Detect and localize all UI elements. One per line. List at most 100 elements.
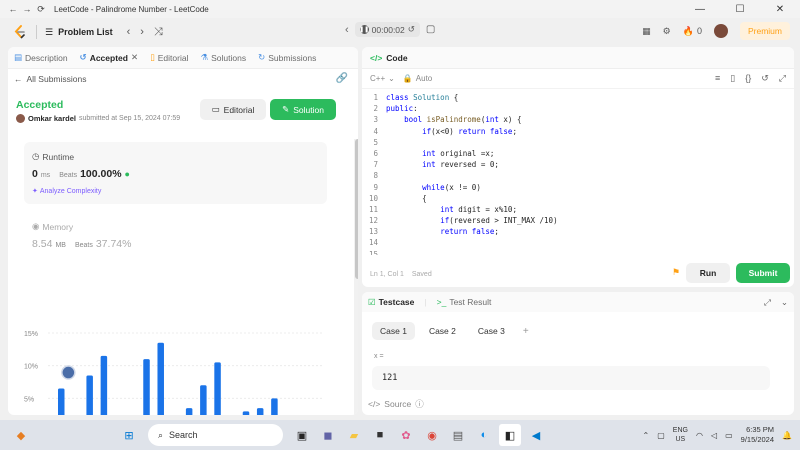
memory-card[interactable]: ◉ Memory 8.54 MB Beats 37.74% [24, 212, 327, 262]
code-line[interactable]: 10 { [362, 194, 794, 205]
streak[interactable]: 🔥 0 [683, 26, 702, 37]
chart-bar[interactable] [157, 342, 164, 415]
back-icon[interactable]: ← [6, 4, 20, 14]
close-tab-icon[interactable]: ✕ [131, 52, 138, 63]
battery-icon[interactable]: ▭ [725, 431, 733, 440]
left-scrollbar[interactable] [354, 139, 358, 415]
chart-bar[interactable] [185, 408, 193, 415]
chevron-left-icon[interactable]: ‹ [345, 24, 349, 36]
code-line[interactable]: 15 [362, 250, 794, 255]
reset-icon[interactable]: ↺ [408, 24, 415, 35]
reset-code-icon[interactable]: ↺ [761, 73, 769, 84]
tab-accepted[interactable]: ↺ Accepted ✕ [80, 52, 139, 63]
expand-icon[interactable]: ⤢ [764, 297, 771, 308]
minimize-icon[interactable]: — [680, 4, 720, 15]
close-icon[interactable]: ✕ [760, 4, 800, 15]
chart-bar[interactable] [214, 362, 221, 415]
maximize-icon[interactable]: ☐ [720, 4, 760, 15]
tab-submissions[interactable]: ↻ Submissions [258, 52, 316, 63]
task-view-icon[interactable]: ▣ [291, 424, 313, 446]
timer[interactable]: ❚❚ 00:00:02 ↺ [354, 22, 420, 37]
chart-bar[interactable] [143, 359, 150, 415]
app-icon[interactable]: ■ [369, 424, 391, 446]
debug-icon[interactable]: ⚑ [672, 267, 680, 278]
chart-bar[interactable] [200, 385, 207, 415]
runtime-card[interactable]: ◷ Runtime 0 ms Beats 100.00% ● ✦ Analyze… [24, 142, 327, 204]
speaker-icon[interactable]: ◁ [711, 431, 717, 440]
language-select[interactable]: C++ ⌄ [370, 74, 395, 83]
app2-icon[interactable]: ✿ [395, 424, 417, 446]
bookmark-icon[interactable]: ▯ [730, 73, 735, 84]
code-line[interactable]: 5 [362, 138, 794, 149]
chart-bar[interactable] [242, 411, 250, 415]
case-tab-2[interactable]: Case 2 [421, 322, 464, 340]
case-tab-3[interactable]: Case 3 [470, 322, 513, 340]
premium-button[interactable]: Premium [739, 22, 790, 40]
notification-icon[interactable]: 🔔 [782, 431, 792, 440]
chart-bar[interactable] [256, 408, 264, 415]
code-line[interactable]: 1 class Solution { [362, 93, 794, 104]
leetcode-app-icon[interactable]: ◧ [499, 424, 521, 446]
source-link[interactable]: </> Source ⓘ [368, 398, 424, 410]
code-line[interactable]: 2 public: [362, 104, 794, 115]
format-icon[interactable]: ≡ [715, 73, 720, 84]
all-submissions-link[interactable]: ← All Submissions [14, 74, 87, 84]
mode-toggle[interactable]: 🔒 Auto [403, 74, 432, 83]
chrome-icon[interactable]: ◉ [421, 424, 443, 446]
chevron-up-icon[interactable]: ⌃ [643, 431, 650, 440]
fullscreen-icon[interactable]: ⤢ [779, 73, 786, 84]
run-button[interactable]: Run [686, 263, 730, 283]
editorial-button[interactable]: ▭ Editorial [200, 99, 266, 120]
chart-bar[interactable] [86, 375, 93, 415]
tab-test-result[interactable]: >_ Test Result [437, 297, 492, 307]
refresh-icon[interactable]: ⟳ [34, 4, 48, 15]
edge-icon[interactable]: ◐ [473, 424, 495, 446]
analyze-complexity-link[interactable]: ✦ Analyze Complexity [32, 187, 101, 196]
help-icon[interactable]: ⓘ [415, 398, 424, 410]
store-icon[interactable]: ▤ [447, 424, 469, 446]
scrollbar-thumb[interactable] [355, 139, 358, 279]
wifi-icon[interactable]: ◠ [696, 431, 703, 440]
case-tab-1[interactable]: Case 1 [372, 322, 415, 340]
collapse-icon[interactable]: ⌄ [781, 297, 788, 308]
code-line[interactable]: 13 return false; [362, 227, 794, 238]
vscode-icon[interactable]: ◀ [525, 424, 547, 446]
user-name[interactable]: Omkar kardel [28, 114, 76, 123]
braces-icon[interactable]: {} [745, 73, 751, 84]
shuffle-icon[interactable]: ⤨ [154, 26, 163, 39]
start-icon[interactable]: ⊞ [118, 424, 140, 446]
code-line[interactable]: 6 int original =x; [362, 149, 794, 160]
solution-button[interactable]: ✎ Solution [270, 99, 336, 120]
code-line[interactable]: 11 int digit = x%10; [362, 205, 794, 216]
var-input[interactable]: 121 [372, 366, 770, 390]
submit-button[interactable]: Submit [736, 263, 790, 283]
code-line[interactable]: 14 [362, 238, 794, 249]
next-problem-icon[interactable]: › [140, 26, 144, 39]
problem-list-button[interactable]: ☰ Problem List [45, 27, 113, 38]
tab-editorial[interactable]: ▯ Editorial [150, 52, 188, 63]
chart-bar[interactable] [100, 355, 108, 415]
code-line[interactable]: 7 int reversed = 0; [362, 160, 794, 171]
avatar[interactable] [713, 24, 728, 38]
widgets-icon[interactable]: ◆ [10, 424, 32, 446]
add-case-icon[interactable]: + [523, 326, 529, 337]
teams-icon[interactable]: ◼ [317, 424, 339, 446]
code-line[interactable]: 3 bool isPalindrome(int x) { [362, 115, 794, 126]
code-line[interactable]: 9 while(x != 0) [362, 183, 794, 194]
notes-icon[interactable]: ▢ [426, 24, 435, 35]
prev-problem-icon[interactable]: ‹ [127, 26, 131, 39]
chart-bar[interactable] [271, 398, 278, 415]
chart-bar[interactable] [58, 388, 65, 415]
tab-testcase[interactable]: ☑ Testcase [368, 297, 414, 308]
taskbar-search[interactable]: ⌕ Search [148, 424, 283, 446]
app-tray-icon[interactable]: ▢ [657, 431, 665, 440]
file-explorer-icon[interactable]: ▰ [343, 424, 365, 446]
clock[interactable]: 6:35 PM 9/15/2024 [741, 425, 774, 445]
code-editor[interactable]: 1 class Solution {2 public: 3 bool isPalind… [362, 93, 794, 255]
forward-icon[interactable]: → [20, 4, 34, 14]
code-line[interactable]: 4 if(x<0) return false; [362, 127, 794, 138]
code-line[interactable]: 8 [362, 171, 794, 182]
tab-description[interactable]: ▤ Description [14, 52, 68, 63]
settings-icon[interactable]: ⚙ [663, 26, 671, 37]
leetcode-logo-icon[interactable] [12, 24, 28, 40]
